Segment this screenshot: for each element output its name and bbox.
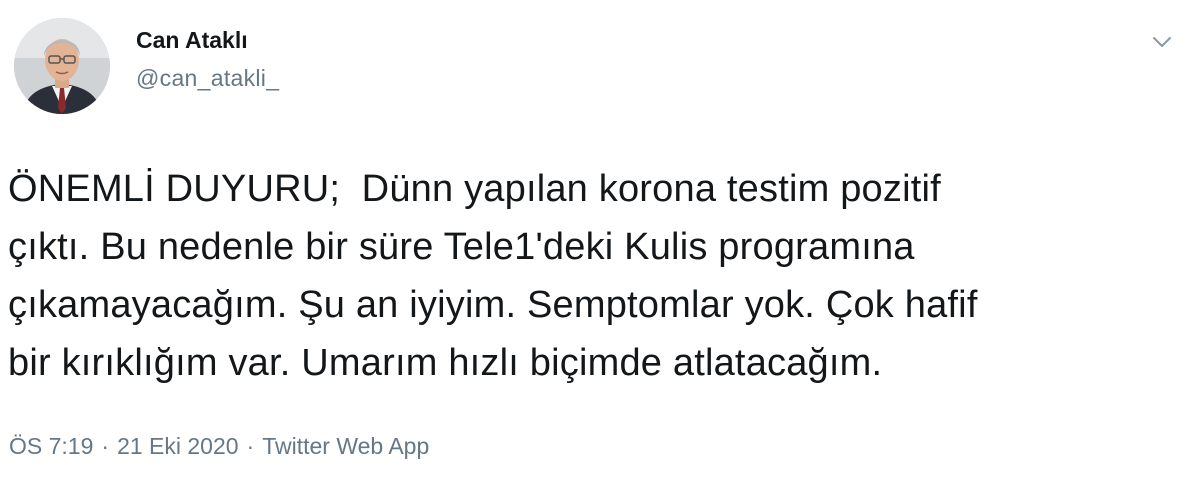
avatar[interactable] [14, 18, 110, 114]
chevron-down-icon [1153, 37, 1171, 47]
tweet-line: bir kırıklığım var. Umarım hızlı biçimde… [8, 342, 883, 384]
tweet-source[interactable]: Twitter Web App [262, 433, 429, 459]
tweet-card: Can Ataklı @can_atakli_ ÖNEMLİ DUYURU; D… [0, 0, 1200, 484]
tweet-meta: ÖS 7:19 · 21 Eki 2020 · Twitter Web App [9, 430, 429, 462]
display-name[interactable]: Can Ataklı [136, 24, 279, 56]
meta-separator: · [246, 433, 255, 459]
tweet-time[interactable]: ÖS 7:19 [9, 433, 93, 459]
author-names: Can Ataklı @can_atakli_ [136, 27, 279, 94]
tweet-date[interactable]: 21 Eki 2020 [117, 433, 238, 459]
tweet-text: ÖNEMLİ DUYURU; Dünn yapılan korona testi… [8, 160, 1194, 392]
tweet-line: çıkamayacağım. Şu an iyiyim. Semptomlar … [8, 284, 978, 326]
tweet-line: çıktı. Bu nedenle bir süre Tele1'deki Ku… [8, 226, 915, 268]
profile-photo-icon [14, 18, 110, 114]
meta-separator: · [101, 433, 110, 459]
tweet-header: Can Ataklı @can_atakli_ [14, 14, 279, 118]
user-handle[interactable]: @can_atakli_ [136, 62, 279, 94]
tweet-line: ÖNEMLİ DUYURU; Dünn yapılan korona testi… [8, 168, 941, 210]
tweet-menu-button[interactable] [1146, 26, 1178, 58]
